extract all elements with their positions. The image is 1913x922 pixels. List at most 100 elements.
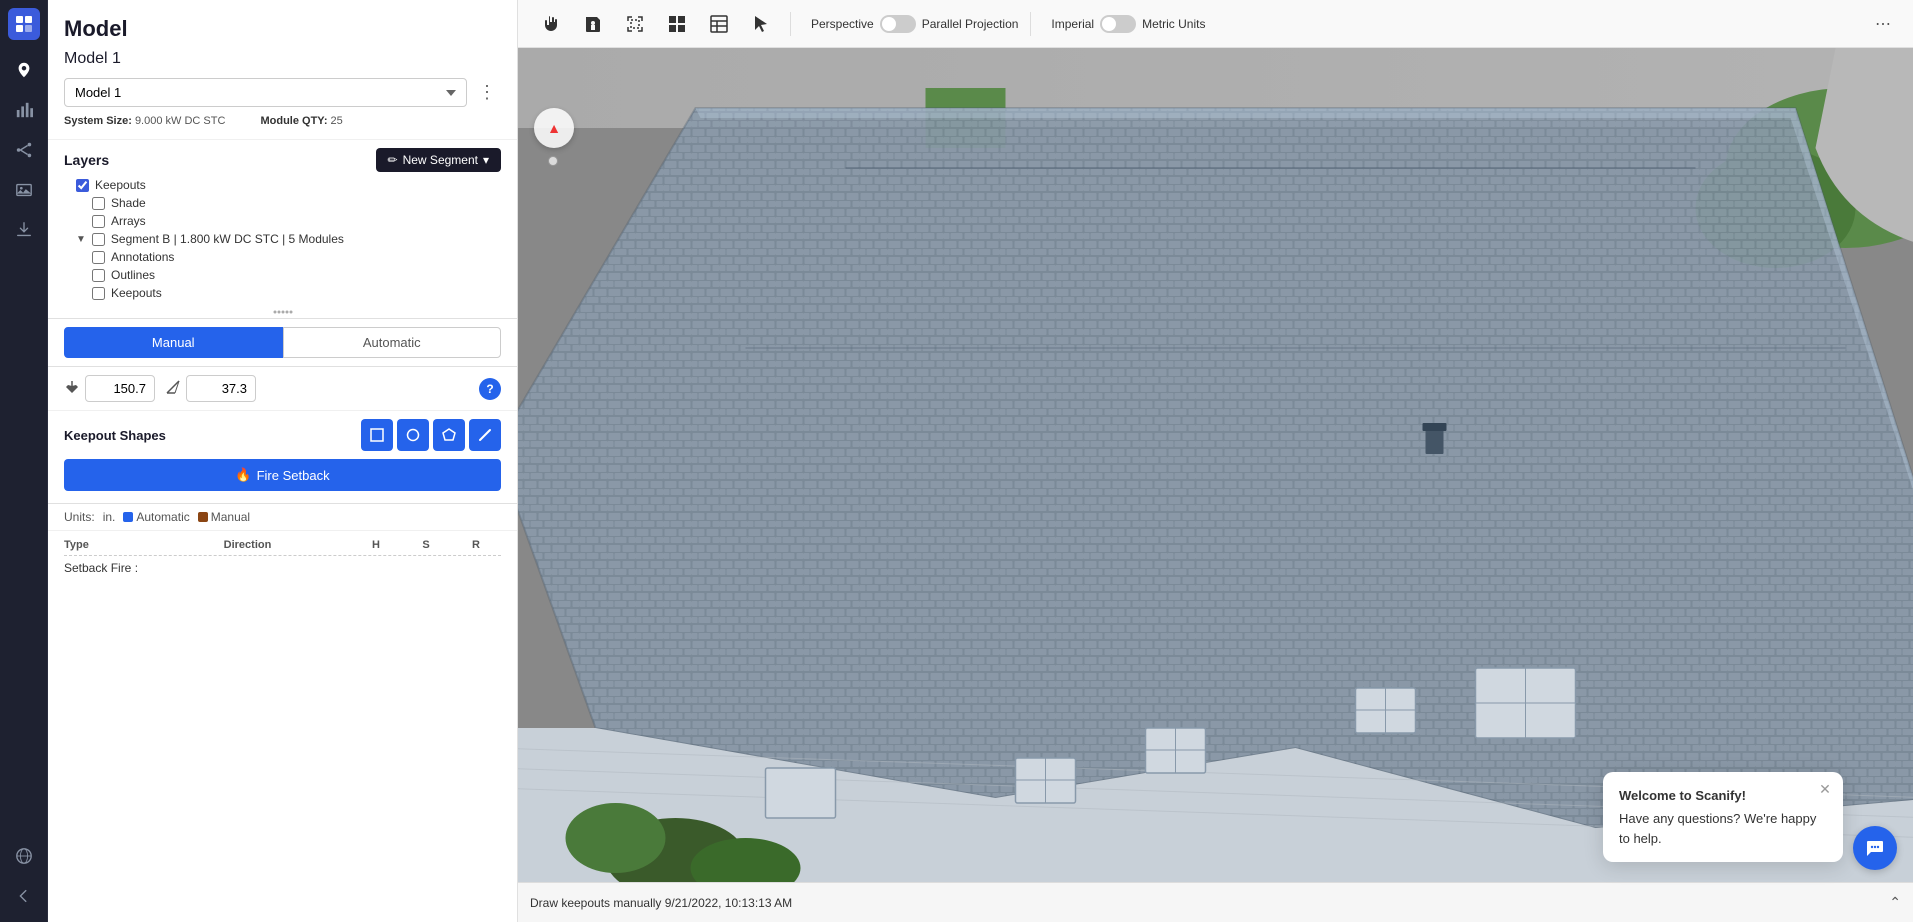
nav-analytics[interactable] — [6, 92, 42, 128]
shape-rectangle[interactable] — [361, 419, 393, 451]
sidebar: Model Model 1 Model 1Model 2 ⋮ System Si… — [48, 0, 518, 922]
units-toggle-group: Imperial Metric Units — [1051, 15, 1205, 33]
layer-item-arrays[interactable]: Arrays — [56, 212, 509, 230]
arrays-checkbox[interactable] — [92, 215, 105, 228]
shade-checkbox[interactable] — [92, 197, 105, 210]
drag-handle[interactable] — [48, 306, 517, 318]
save-tool[interactable] — [576, 7, 610, 41]
shape-circle[interactable] — [397, 419, 429, 451]
manual-label: Manual — [211, 510, 250, 524]
chat-popup: ✕ Welcome to Scanify! Have any questions… — [1603, 772, 1843, 863]
layer-label-outlines: Outlines — [111, 268, 155, 282]
automatic-dot — [123, 512, 133, 522]
units-row: Units: in. Automatic Manual — [48, 504, 517, 531]
manual-dot — [198, 512, 208, 522]
nav-image[interactable] — [6, 172, 42, 208]
perspective-toggle-group: Perspective Parallel Projection — [811, 15, 1018, 33]
model-select[interactable]: Model 1Model 2 — [64, 78, 467, 107]
model-kebab-menu[interactable]: ⋮ — [473, 79, 501, 107]
status-bar: Draw keepouts manually 9/21/2022, 10:13:… — [518, 882, 1913, 922]
automatic-badge: Automatic — [123, 510, 189, 524]
table-tool[interactable] — [702, 7, 736, 41]
app-logo[interactable] — [8, 8, 40, 40]
layers-list: Keepouts Shade Arrays ▼ Segment B | 1.80… — [48, 176, 517, 306]
perspective-toggle[interactable] — [880, 15, 916, 33]
collapse-icon[interactable]: ▼ — [76, 234, 86, 245]
segment-b-checkbox[interactable] — [92, 233, 105, 246]
nav-globe[interactable] — [6, 838, 42, 874]
perspective-label: Perspective — [811, 17, 874, 31]
chat-live-button[interactable] — [1853, 826, 1897, 870]
nav-download[interactable] — [6, 212, 42, 248]
app-title: Model — [64, 16, 501, 42]
left-nav — [0, 0, 48, 922]
main-viewport: Perspective Parallel Projection Imperial… — [518, 0, 1913, 922]
pitch-input-group — [165, 375, 256, 402]
system-info: System Size: 9.000 kW DC STC Module QTY:… — [64, 115, 501, 127]
manual-badge: Manual — [198, 510, 250, 524]
layer-item-outlines[interactable]: Outlines — [56, 266, 509, 284]
tab-row: Manual Automatic — [48, 319, 517, 367]
fire-icon: 🔥 — [235, 467, 251, 483]
units-label: Units: — [64, 510, 95, 524]
col-s: S — [401, 539, 451, 551]
chat-close-button[interactable]: ✕ — [1815, 780, 1835, 800]
imperial-label: Imperial — [1051, 17, 1094, 31]
roof-scene — [518, 48, 1913, 882]
layers-header: Layers ✏ New Segment ▾ — [48, 140, 517, 176]
model-subtitle: Model 1 — [64, 50, 501, 68]
outlines-checkbox[interactable] — [92, 269, 105, 282]
keepout-header: Keepout Shapes — [64, 419, 501, 451]
azimuth-input[interactable] — [85, 375, 155, 402]
col-direction: Direction — [144, 539, 351, 551]
layer-label-annotations: Annotations — [111, 250, 174, 264]
tab-automatic[interactable]: Automatic — [283, 327, 502, 358]
azimuth-pitch-row: ? — [48, 367, 517, 411]
nav-share[interactable] — [6, 132, 42, 168]
shape-polygon[interactable] — [433, 419, 465, 451]
roof-viewport[interactable] — [518, 48, 1913, 882]
keepouts-checkbox[interactable] — [76, 179, 89, 192]
status-message: Draw keepouts manually 9/21/2022, 10:13:… — [530, 896, 792, 910]
layer-item-keepouts[interactable]: Keepouts — [56, 176, 509, 194]
layers-section: Layers ✏ New Segment ▾ Keepouts Shade Ar… — [48, 140, 517, 319]
nav-back[interactable] — [6, 878, 42, 914]
fit-tool[interactable] — [618, 7, 652, 41]
keepout-section: Keepout Shapes — [48, 411, 517, 504]
pencil-icon: ✏ — [388, 153, 398, 167]
layer-item-keepouts-2[interactable]: Keepouts — [56, 284, 509, 302]
grid-tool[interactable] — [660, 7, 694, 41]
layer-label-segment-b: Segment B | 1.800 kW DC STC | 5 Modules — [111, 232, 344, 246]
setback-fire-row: Setback Fire : — [64, 556, 501, 580]
fire-setback-button[interactable]: 🔥 Fire Setback — [64, 459, 501, 491]
keepouts2-checkbox[interactable] — [92, 287, 105, 300]
model-selector-row: Model 1Model 2 ⋮ — [64, 78, 501, 107]
parallel-label: Parallel Projection — [922, 17, 1019, 31]
layer-label-shade: Shade — [111, 196, 146, 210]
pitch-input[interactable] — [186, 375, 256, 402]
keepout-shapes-title: Keepout Shapes — [64, 428, 166, 443]
annotations-checkbox[interactable] — [92, 251, 105, 264]
tab-manual[interactable]: Manual — [64, 327, 283, 358]
col-type: Type — [64, 539, 144, 551]
help-icon[interactable]: ? — [479, 378, 501, 400]
status-chevron-up[interactable]: ⌃ — [1889, 894, 1901, 911]
layer-item-annotations[interactable]: Annotations — [56, 248, 509, 266]
cursor-tool[interactable] — [744, 7, 778, 41]
setback-fire-type: Setback Fire : — [64, 561, 144, 575]
compass-widget[interactable] — [534, 108, 574, 148]
imperial-toggle[interactable] — [1100, 15, 1136, 33]
automatic-label: Automatic — [136, 510, 189, 524]
layer-item-segment-b[interactable]: ▼ Segment B | 1.800 kW DC STC | 5 Module… — [56, 230, 509, 248]
shape-line[interactable] — [469, 419, 501, 451]
nav-map[interactable] — [6, 52, 42, 88]
new-segment-button[interactable]: ✏ New Segment ▾ — [376, 148, 501, 172]
chat-popup-body: Have any questions? We're happy to help. — [1619, 809, 1827, 848]
metric-label: Metric Units — [1142, 17, 1205, 31]
layer-item-shade[interactable]: Shade — [56, 194, 509, 212]
top-right-menu[interactable]: ⋯ — [1869, 10, 1897, 38]
hand-tool[interactable] — [534, 7, 568, 41]
azimuth-icon — [64, 379, 80, 398]
zoom-dot — [548, 156, 558, 166]
pitch-icon — [165, 379, 181, 398]
